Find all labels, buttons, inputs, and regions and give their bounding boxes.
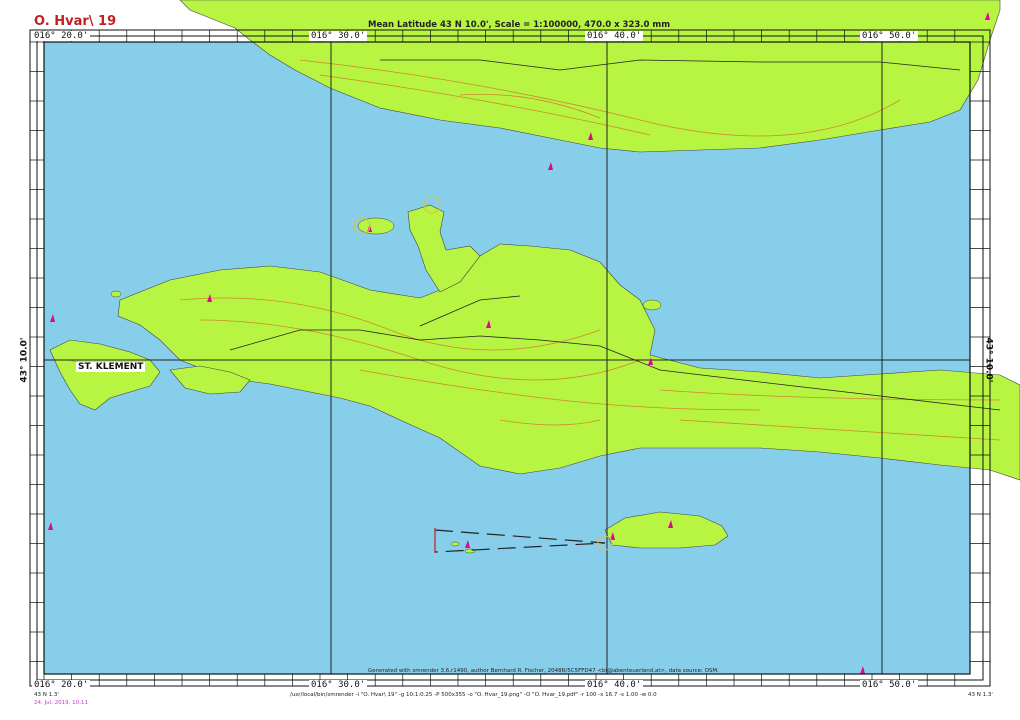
lon-label-top-4: 016° 50.0' [860, 31, 919, 41]
lon-label-top-3: 016° 40.0' [585, 31, 644, 41]
nautical-chart[interactable] [0, 0, 1020, 720]
footer-date: 24. Jul. 2019, 10:11 [34, 700, 88, 706]
footer-command: /usr/local/bin/smrender -i "O. Hvar\ 19"… [290, 692, 657, 698]
lon-label-bottom-4: 016° 50.0' [860, 680, 919, 690]
lon-label-top-1: 016° 20.0' [32, 31, 91, 41]
lon-label-bottom-2: 016° 30.0' [309, 680, 368, 690]
chart-meta: Mean Latitude 43 N 10.0', Scale = 1:1000… [368, 20, 671, 30]
lat-label-left: 43° 10.0' [19, 337, 30, 383]
lon-label-bottom-3: 016° 40.0' [585, 680, 644, 690]
islet-nw [357, 217, 395, 235]
footer-corner-left: 43 N 1.3' [34, 692, 59, 698]
chart-name: O. Hvar\ 19 [34, 14, 117, 29]
lon-label-top-2: 016° 30.0' [309, 31, 368, 41]
footer-corner-right: 43 N 1.3' [968, 692, 993, 698]
lat-label-right: 43° 10.0' [983, 337, 994, 383]
footer-generated: Generated with smrender 3.6.r1490, autho… [368, 668, 719, 674]
islet-south-1 [450, 541, 460, 547]
islet-west [110, 290, 122, 298]
lon-label-bottom-1: 016° 20.0' [32, 680, 91, 690]
place-st-klement: ST. KLEMENT [76, 362, 146, 372]
islet-east [642, 299, 662, 311]
